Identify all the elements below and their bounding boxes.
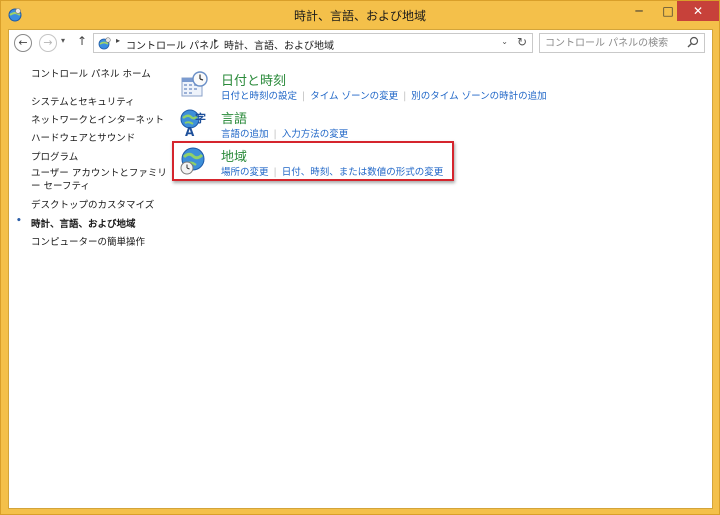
navigation-bar: ← → ▾ ↑ ▸ コントロール パネル ▸ 時計、言語、および地域 ⌄ ↻ [9,30,712,56]
search-box[interactable] [539,33,705,53]
current-item-bullet-icon: • [16,216,22,226]
category-links: 言語の追加 | 入力方法の変更 [221,126,348,140]
window-title: 時計、言語、および地域 [293,9,426,23]
svg-text:A: A [185,125,195,138]
sidebar-item-programs[interactable]: プログラム [31,149,78,163]
recent-locations-icon[interactable]: ▾ [61,36,65,45]
refresh-icon[interactable]: ↻ [517,35,527,49]
category-title-language[interactable]: 言語 [221,108,247,127]
link-add-clock[interactable]: 別のタイム ゾーンの時計の追加 [411,91,546,102]
close-button[interactable]: ✕ [677,1,719,21]
sidebar-item-clock-language-region[interactable]: • 時計、言語、および地域 [16,216,136,230]
control-panel-window: 時計、言語、および地域 ─ □ ✕ ← → ▾ ↑ ▸ コントロール パネル ▸… [0,0,720,515]
minimize-button[interactable]: ─ [625,1,653,21]
sidebar-item-label: 時計、言語、および地域 [31,219,136,230]
link-change-time-zone[interactable]: タイム ゾーンの変更 [310,91,398,102]
svg-text:字: 字 [195,111,206,125]
category-title-date-time[interactable]: 日付と時刻 [221,70,286,89]
search-input[interactable] [540,34,680,52]
client-area: ← → ▾ ↑ ▸ コントロール パネル ▸ 時計、言語、および地域 ⌄ ↻ コ… [8,29,713,509]
link-divider: | [273,129,277,140]
breadcrumb-separator-icon[interactable]: ▸ [214,36,218,45]
link-add-language[interactable]: 言語の追加 [221,129,269,140]
search-icon[interactable] [687,36,699,48]
sidebar-item-network[interactable]: ネットワークとインターネット [31,112,164,126]
sidebar-item-hardware-sound[interactable]: ハードウェアとサウンド [31,130,135,144]
breadcrumb-current[interactable]: 時計、言語、および地域 [224,37,334,52]
link-set-date-time[interactable]: 日付と時刻の設定 [221,91,297,102]
back-button[interactable]: ← [14,34,32,52]
highlight-box [172,141,454,181]
calendar-clock-icon[interactable] [179,70,209,100]
sidebar-item-home[interactable]: コントロール パネル ホーム [31,66,151,80]
breadcrumb-separator-icon[interactable]: ▸ [116,36,120,45]
breadcrumb-control-panel[interactable]: コントロール パネル [126,37,219,52]
link-change-input-method[interactable]: 入力方法の変更 [282,129,349,140]
up-button[interactable]: ↑ [77,34,87,48]
control-panel-icon [98,37,111,50]
sidebar-item-desktop-customize[interactable]: デスクトップのカスタマイズ [31,197,154,211]
address-bar[interactable]: ▸ コントロール パネル ▸ 時計、言語、および地域 ⌄ ↻ [93,33,533,53]
link-divider: | [403,91,407,102]
sidebar-item-user-accounts[interactable]: ユーザー アカウントとファミリー セーフティ [31,167,169,193]
title-bar[interactable]: 時計、言語、および地域 ─ □ ✕ [1,1,719,28]
address-dropdown-icon[interactable]: ⌄ [501,37,508,46]
sidebar-item-ease-of-access[interactable]: コンピューターの簡単操作 [31,234,145,248]
forward-button[interactable]: → [39,34,57,52]
sidebar-item-system-security[interactable]: システムとセキュリティ [31,94,135,108]
link-divider: | [302,91,306,102]
language-icon[interactable]: 字 A [179,108,209,138]
category-links: 日付と時刻の設定 | タイム ゾーンの変更 | 別のタイム ゾーンの時計の追加 [221,88,547,102]
